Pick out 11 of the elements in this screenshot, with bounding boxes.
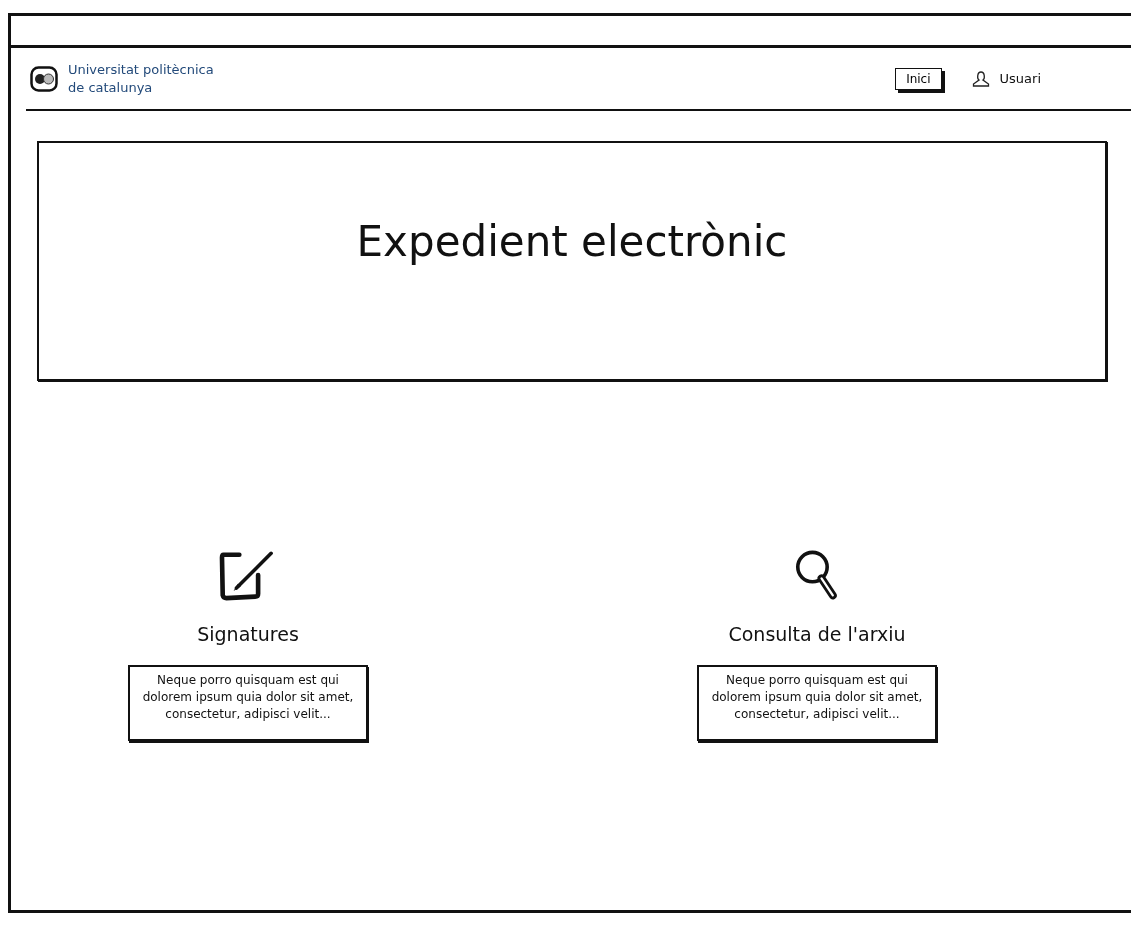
feature-title: Consulta de l'arxiu <box>728 623 906 645</box>
description-box: Neque porro quisquam est qui dolorem ipsum quia dolor sit amet, consectetur, adipisci velit... <box>697 665 937 741</box>
feature-title: Signatures <box>197 623 299 645</box>
university-name: de catalunya <box>68 78 154 97</box>
user-link[interactable]: Usuari <box>999 71 1041 86</box>
page-title: Expedient electrònic <box>356 216 788 266</box>
university-name: Universitat politècnica <box>68 60 214 79</box>
user-icon[interactable] <box>971 70 990 87</box>
home-button[interactable]: Inici <box>895 67 942 90</box>
description-box: Neque porro quisquam est qui dolorem ipsum quia dolor sit amet, consectetur, adipisci velit... <box>128 665 368 741</box>
logo-icon <box>30 65 58 92</box>
